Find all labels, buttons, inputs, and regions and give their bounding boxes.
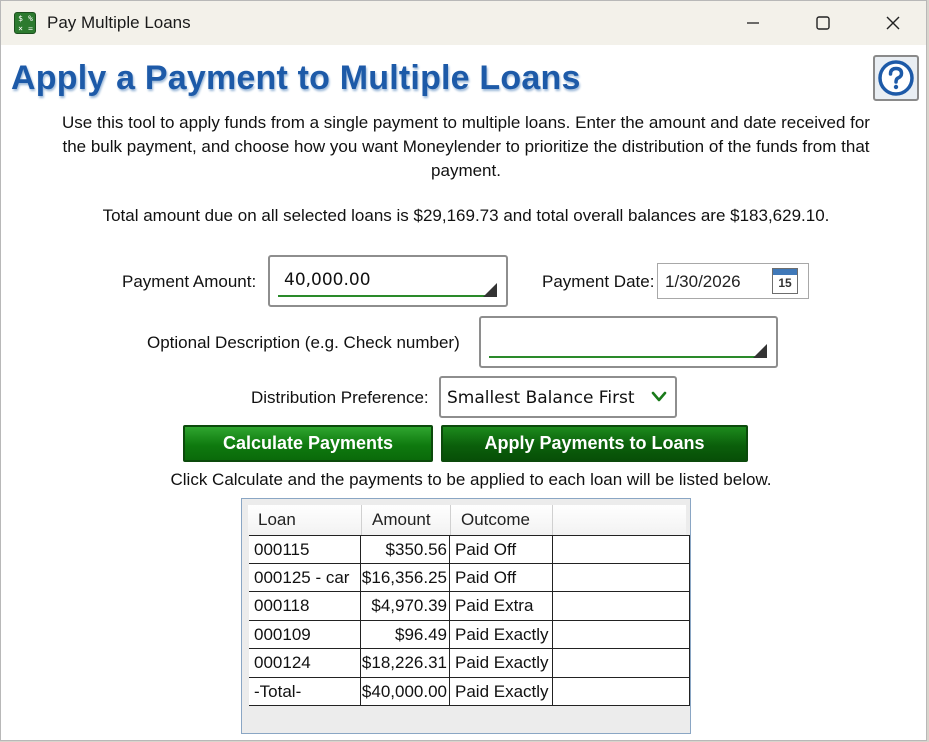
payments-table[interactable]: Loan Amount Outcome 000115 $350.56 Paid … bbox=[241, 498, 691, 734]
calendar-icon[interactable]: 15 bbox=[772, 268, 798, 294]
filler-cell bbox=[553, 592, 690, 620]
calendar-header bbox=[773, 269, 797, 275]
chevron-down-icon bbox=[651, 391, 667, 402]
description-input[interactable] bbox=[479, 316, 778, 368]
table-row[interactable]: 000125 - car $16,356.25 Paid Off bbox=[249, 563, 690, 592]
filler-cell bbox=[553, 563, 690, 591]
close-icon bbox=[886, 16, 900, 30]
intro-text: Use this tool to apply funds from a sing… bbox=[62, 113, 870, 180]
input-underline bbox=[489, 356, 762, 358]
payment-date-value: 1/30/2026 bbox=[665, 272, 741, 291]
loan-cell: 000115 bbox=[249, 536, 361, 563]
amount-cell: $350.56 bbox=[361, 536, 450, 563]
loan-cell: 000124 bbox=[249, 649, 361, 677]
table-row[interactable]: 000124 $18,226.31 Paid Exactly bbox=[249, 649, 690, 678]
outcome-cell: Paid Off bbox=[450, 536, 553, 563]
outcome-cell: Paid Exactly bbox=[450, 649, 553, 677]
payment-amount-label: Payment Amount: bbox=[122, 272, 257, 291]
distribution-select[interactable]: Smallest Balance First bbox=[439, 376, 677, 418]
table-row-total[interactable]: -Total- $40,000.00 Paid Exactly bbox=[249, 677, 690, 706]
outcome-cell: Paid Exactly bbox=[450, 620, 553, 648]
minimize-button[interactable] bbox=[718, 1, 788, 45]
resize-grip-icon bbox=[753, 344, 767, 358]
resize-grip-icon bbox=[483, 283, 497, 297]
instruction-text: Click Calculate and the payments to be a… bbox=[170, 470, 772, 489]
column-header-amount[interactable]: Amount bbox=[362, 505, 451, 535]
calculate-payments-button[interactable]: Calculate Payments bbox=[183, 425, 433, 462]
table-row[interactable]: 000109 $96.49 Paid Exactly bbox=[249, 620, 690, 649]
title-bar[interactable]: $% × = Pay Multiple Loans bbox=[1, 1, 926, 45]
table-header: Loan Amount Outcome bbox=[248, 505, 686, 535]
payment-date-label: Payment Date: bbox=[542, 272, 655, 291]
payment-amount-value: 40,000.00 bbox=[284, 270, 371, 290]
filler-cell bbox=[553, 649, 690, 677]
maximize-icon bbox=[816, 16, 830, 30]
filler-cell bbox=[553, 620, 690, 648]
calendar-day: 15 bbox=[778, 276, 792, 290]
amount-cell: $40,000.00 bbox=[361, 677, 450, 705]
question-mark-icon bbox=[878, 60, 914, 96]
input-underline bbox=[278, 295, 492, 297]
description-label: Optional Description (e.g. Check number) bbox=[147, 333, 460, 352]
maximize-button[interactable] bbox=[788, 1, 858, 45]
app-calculator-icon: $% × = bbox=[14, 12, 36, 34]
table-body: 000115 $350.56 Paid Off 000125 - car $16… bbox=[249, 535, 690, 706]
payment-amount-input[interactable]: 40,000.00 bbox=[268, 255, 508, 307]
amount-cell: $18,226.31 bbox=[361, 649, 450, 677]
distribution-value: Smallest Balance First bbox=[447, 388, 635, 408]
totals-summary: Total amount due on all selected loans i… bbox=[102, 206, 830, 225]
filler-cell bbox=[553, 536, 690, 563]
outcome-cell: Paid Off bbox=[450, 563, 553, 591]
pay-multiple-loans-window: $% × = Pay Multiple Loans Apply a Payment… bbox=[0, 0, 927, 741]
minimize-icon bbox=[747, 22, 759, 24]
distribution-label: Distribution Preference: bbox=[251, 388, 429, 407]
table-row[interactable]: 000115 $350.56 Paid Off bbox=[249, 535, 690, 564]
column-header-loan[interactable]: Loan bbox=[248, 505, 362, 535]
window-title: Pay Multiple Loans bbox=[47, 13, 191, 32]
filler-cell bbox=[553, 677, 690, 705]
payment-date-picker[interactable]: 1/30/2026 15 bbox=[657, 263, 809, 299]
loan-cell: 000125 - car bbox=[249, 563, 361, 591]
loan-cell: -Total- bbox=[249, 677, 361, 705]
column-header-outcome[interactable]: Outcome bbox=[451, 505, 553, 535]
apply-payments-button[interactable]: Apply Payments to Loans bbox=[441, 425, 748, 462]
close-button[interactable] bbox=[858, 1, 928, 45]
amount-cell: $16,356.25 bbox=[361, 563, 450, 591]
loan-cell: 000118 bbox=[249, 592, 361, 620]
table-row[interactable]: 000118 $4,970.39 Paid Extra bbox=[249, 592, 690, 621]
amount-cell: $96.49 bbox=[361, 620, 450, 648]
loan-cell: 000109 bbox=[249, 620, 361, 648]
outcome-cell: Paid Extra bbox=[450, 592, 553, 620]
page-title: Apply a Payment to Multiple Loans bbox=[11, 59, 581, 97]
help-button[interactable] bbox=[873, 55, 919, 101]
amount-cell: $4,970.39 bbox=[361, 592, 450, 620]
outcome-cell: Paid Exactly bbox=[450, 677, 553, 705]
